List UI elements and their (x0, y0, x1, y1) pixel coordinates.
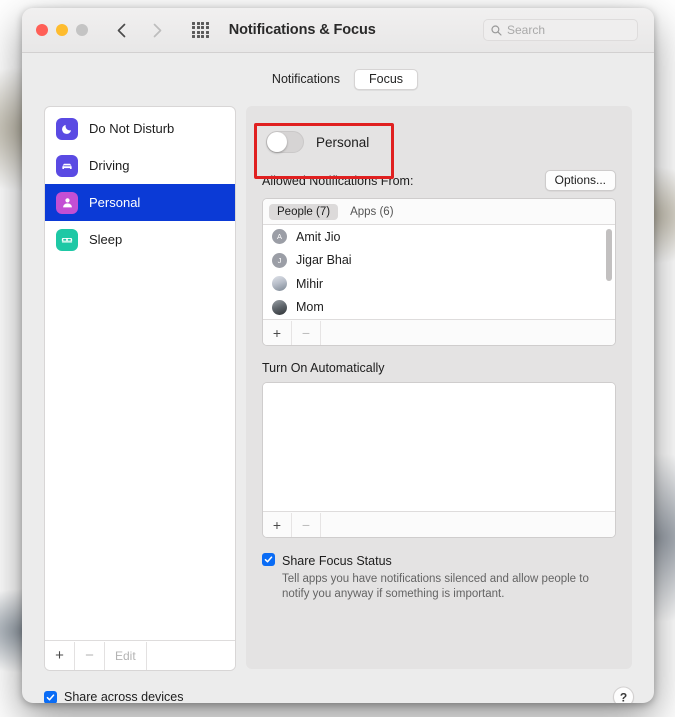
share-focus-status-row[interactable]: Share Focus Status Tell apps you have no… (262, 552, 616, 602)
sidebar-item-label: Do Not Disturb (89, 121, 175, 136)
share-across-devices-checkbox[interactable] (44, 691, 57, 703)
focus-toggle[interactable] (266, 131, 304, 153)
focus-toggle-row: Personal (266, 128, 616, 156)
add-person-button[interactable]: + (263, 320, 292, 345)
avatar (272, 276, 287, 292)
search-placeholder: Search (507, 23, 546, 37)
focus-sidebar: Do Not Disturb Driving Personal Sleep + … (44, 106, 236, 671)
segmented-control: Notifications Focus (44, 69, 632, 90)
person-name: Jigar Bhai (296, 253, 352, 268)
avatar: J (272, 252, 287, 268)
person-icon (56, 191, 78, 214)
search-icon (491, 24, 502, 36)
moon-icon (56, 117, 78, 140)
close-button[interactable] (36, 24, 48, 36)
people-list[interactable]: A Amit Jio J Jigar Bhai Mihir Mom (263, 225, 615, 319)
minimize-button[interactable] (56, 24, 68, 36)
forward-button[interactable] (146, 17, 168, 43)
remove-person-button[interactable]: − (292, 320, 321, 345)
sidebar-item-label: Personal (89, 195, 141, 210)
panes-container: Do Not Disturb Driving Personal Sleep + … (44, 106, 632, 671)
preferences-window: Notifications & Focus Search Notificatio… (22, 8, 654, 703)
person-name: Mom (296, 300, 324, 315)
list-item[interactable]: Mom (263, 296, 615, 320)
share-focus-status-checkbox[interactable] (262, 553, 275, 566)
person-name: Amit Jio (296, 229, 341, 244)
allowed-notifications-header: Allowed Notifications From: Options... (262, 170, 616, 191)
turn-on-footer: + − (263, 511, 615, 537)
zoom-button[interactable] (76, 24, 88, 36)
back-button[interactable] (110, 17, 132, 43)
page-title: Notifications & Focus (228, 22, 376, 38)
sidebar-item-do-not-disturb[interactable]: Do Not Disturb (45, 110, 235, 147)
sidebar-item-personal[interactable]: Personal (45, 184, 235, 221)
share-focus-status-label: Share Focus Status (282, 554, 392, 568)
tab-focus[interactable]: Focus (354, 69, 419, 90)
turn-on-automatically-title: Turn On Automatically (262, 361, 385, 375)
focus-list: Do Not Disturb Driving Personal Sleep (45, 107, 235, 640)
sidebar-item-label: Driving (89, 158, 130, 173)
show-all-grid-icon[interactable] (192, 21, 209, 39)
bed-icon (56, 228, 78, 251)
window-titlebar: Notifications & Focus Search (22, 8, 654, 53)
focus-detail-pane: Personal Allowed Notifications From: Opt… (246, 106, 632, 669)
sidebar-item-label: Sleep (89, 232, 123, 247)
avatar (272, 299, 287, 315)
window-bottom-bar: Share across devices ? (22, 671, 654, 703)
sidebar-item-sleep[interactable]: Sleep (45, 221, 235, 258)
search-field[interactable]: Search (483, 19, 638, 41)
person-name: Mihir (296, 276, 324, 291)
share-focus-status-description: Tell apps you have notifications silence… (282, 573, 589, 600)
allowed-tabbar: People (7) Apps (6) (263, 199, 615, 225)
preferences-content: Notifications Focus Do Not Disturb Drivi… (22, 53, 654, 671)
remove-focus-button[interactable]: − (75, 641, 105, 670)
tab-people[interactable]: People (7) (269, 203, 339, 220)
help-button[interactable]: ? (613, 686, 634, 703)
options-button[interactable]: Options... (544, 170, 616, 191)
focus-toggle-label: Personal (316, 134, 370, 150)
list-item[interactable]: J Jigar Bhai (263, 249, 615, 273)
sidebar-footer: + − Edit (45, 640, 235, 670)
sidebar-item-driving[interactable]: Driving (45, 147, 235, 184)
list-item[interactable]: A Amit Jio (263, 225, 615, 249)
avatar: A (272, 229, 287, 245)
tab-notifications[interactable]: Notifications (258, 69, 354, 90)
car-icon (56, 154, 78, 177)
toggle-knob (267, 132, 287, 152)
share-across-devices-label: Share across devices (64, 690, 184, 703)
turn-on-automatically-box: + − (262, 382, 616, 538)
allowed-list-box: People (7) Apps (6) A Amit Jio J Jigar B… (262, 198, 616, 346)
list-item[interactable]: Mihir (263, 272, 615, 296)
tab-apps[interactable]: Apps (6) (342, 204, 401, 220)
traffic-lights (36, 24, 88, 36)
turn-on-automatically-list[interactable] (263, 383, 615, 511)
people-scrollbar[interactable] (606, 229, 612, 315)
add-schedule-button[interactable]: + (263, 512, 292, 537)
people-list-footer: + − (263, 319, 615, 345)
add-focus-button[interactable]: + (45, 641, 75, 670)
edit-focus-button[interactable]: Edit (105, 641, 147, 670)
allowed-notifications-title: Allowed Notifications From: (262, 173, 414, 188)
scrollbar-thumb[interactable] (606, 229, 612, 281)
remove-schedule-button[interactable]: − (292, 512, 321, 537)
